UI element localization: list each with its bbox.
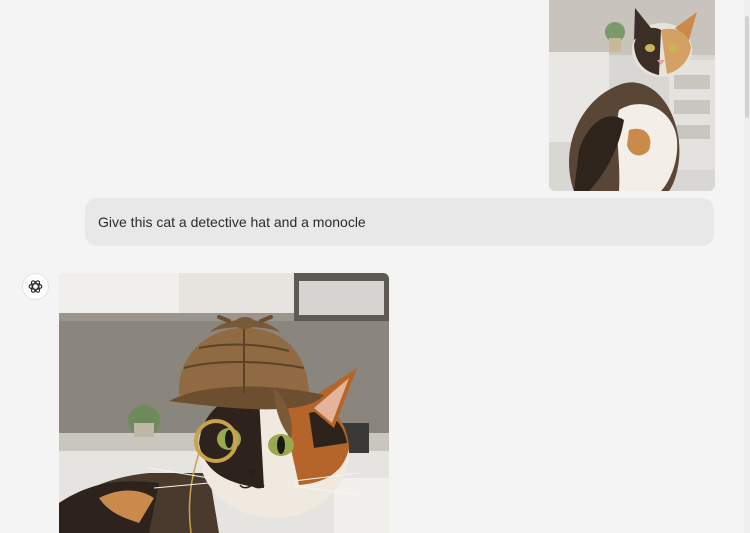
- openai-logo-glyph: [28, 280, 43, 293]
- user-uploaded-image[interactable]: [549, 0, 715, 191]
- detective-cat-image: [59, 273, 389, 533]
- scrollbar-thumb[interactable]: [745, 16, 749, 118]
- scrollbar[interactable]: [744, 0, 750, 533]
- user-message-bubble: Give this cat a detective hat and a mono…: [85, 198, 714, 246]
- assistant-generated-image[interactable]: [59, 273, 389, 533]
- user-message-text: Give this cat a detective hat and a mono…: [98, 214, 366, 230]
- openai-logo-icon: [22, 273, 49, 300]
- calico-cat-photo: [549, 0, 715, 191]
